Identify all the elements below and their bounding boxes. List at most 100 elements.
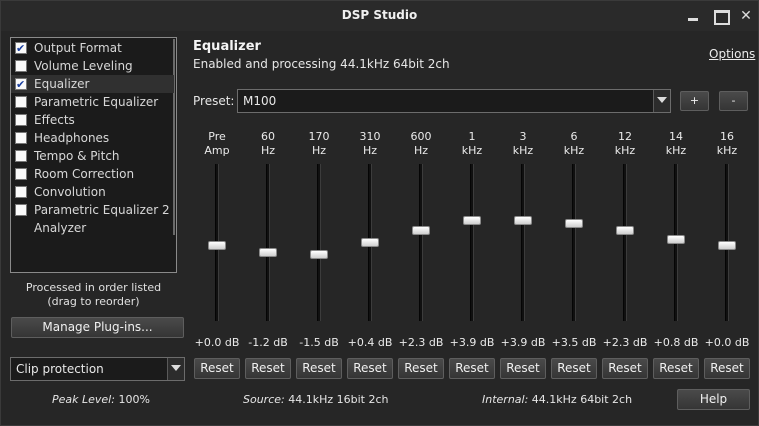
plugin-item[interactable]: Parametric Equalizer	[11, 93, 174, 111]
minimize-icon[interactable]	[684, 7, 702, 25]
band-reset-button[interactable]: Reset	[398, 358, 444, 379]
internal-value: 44.1kHz 64bit 2ch	[531, 393, 633, 406]
band-slider-track[interactable]	[419, 164, 423, 321]
peak-level-label: Peak Level:	[52, 393, 115, 406]
band-reset-button[interactable]: Reset	[194, 358, 240, 379]
plugin-label: Headphones	[34, 131, 110, 145]
band-slider-thumb[interactable]	[718, 241, 736, 250]
add-preset-button[interactable]: +	[680, 91, 709, 111]
band-slider-thumb[interactable]	[361, 238, 379, 247]
plugin-checkbox[interactable]	[15, 96, 27, 108]
plugin-label: Tempo & Pitch	[34, 149, 120, 163]
window-title: DSP Studio	[341, 8, 418, 22]
band-gain-value: +0.0 dB	[194, 336, 240, 349]
plugin-item[interactable]: Headphones	[11, 129, 174, 147]
band-slider-track[interactable]	[623, 164, 627, 321]
band-reset-button[interactable]: Reset	[245, 358, 291, 379]
plugin-checkbox[interactable]	[15, 186, 27, 198]
band-slider-thumb[interactable]	[514, 216, 532, 225]
band-reset-button[interactable]: Reset	[653, 358, 699, 379]
band-label-line2: Hz	[311, 144, 327, 157]
plugin-checkbox[interactable]	[15, 204, 27, 216]
plugin-checkbox[interactable]	[15, 60, 27, 72]
plugin-label: Room Correction	[34, 167, 135, 181]
plugin-checkbox[interactable]	[15, 76, 27, 94]
preset-value: M100	[243, 94, 277, 108]
band-gain-value: -1.5 dB	[299, 336, 339, 349]
band-reset-button[interactable]: Reset	[449, 358, 495, 379]
plugin-item[interactable]: Volume Leveling	[11, 57, 174, 75]
band-slider-track[interactable]	[470, 164, 474, 321]
band-label-line2: kHz	[716, 144, 738, 157]
peak-level-value: 100%	[118, 393, 150, 406]
band-slider-track[interactable]	[317, 164, 321, 321]
band-frequency-label: 310 Hz	[348, 130, 392, 158]
plugin-item[interactable]: Convolution	[11, 183, 174, 201]
clip-protection-select[interactable]: Clip protection	[10, 357, 185, 381]
options-link[interactable]: Options	[709, 47, 755, 61]
band-reset-button[interactable]: Reset	[602, 358, 648, 379]
band-slider-thumb[interactable]	[259, 248, 277, 257]
band-slider-thumb[interactable]	[667, 235, 685, 244]
band-gain-value: +0.0 dB	[704, 336, 750, 349]
band-slider-thumb[interactable]	[412, 226, 430, 235]
band-gain-value: -1.2 dB	[248, 336, 288, 349]
band-slider-thumb[interactable]	[616, 226, 634, 235]
help-button[interactable]: Help	[677, 389, 750, 410]
band-slider-thumb[interactable]	[208, 241, 226, 250]
band-label-line2: kHz	[461, 144, 483, 157]
band-gain-value: +2.3 dB	[398, 336, 444, 349]
manage-plugins-button[interactable]: Manage Plug-ins...	[11, 317, 184, 338]
band-label-line2: kHz	[563, 144, 585, 157]
plugin-item[interactable]: Room Correction	[11, 165, 174, 183]
plugin-label: Convolution	[34, 185, 106, 199]
band-label-line1: 16	[720, 130, 734, 143]
preset-select[interactable]: M100	[237, 89, 671, 113]
band-reset-button[interactable]: Reset	[296, 358, 342, 379]
plugin-item[interactable]: Equalizer	[11, 75, 174, 94]
plugin-label: Parametric Equalizer 2	[34, 203, 170, 217]
band-label-line1: 6	[570, 130, 578, 143]
band-slider-thumb[interactable]	[310, 250, 328, 259]
band-label-line2: Hz	[260, 144, 276, 157]
band-frequency-label: Pre Amp	[195, 130, 239, 158]
plugin-item[interactable]: Output Format	[11, 39, 174, 58]
band-label-line2: kHz	[665, 144, 687, 157]
band-reset-button[interactable]: Reset	[551, 358, 597, 379]
plugin-item[interactable]: Effects	[11, 111, 174, 129]
band-gain-value: +3.9 dB	[449, 336, 495, 349]
plugin-item[interactable]: Analyzer	[11, 219, 174, 237]
plugin-label: Equalizer	[34, 77, 90, 91]
band-slider-thumb[interactable]	[463, 216, 481, 225]
band-slider-thumb[interactable]	[565, 219, 583, 228]
plugin-item[interactable]: Tempo & Pitch	[11, 147, 174, 165]
band-label-line2: Hz	[362, 144, 378, 157]
chevron-down-icon[interactable]	[167, 358, 184, 380]
plugin-checkbox[interactable]	[15, 114, 27, 126]
close-icon[interactable]: ✕	[737, 7, 755, 25]
plugin-checkbox[interactable]	[15, 132, 27, 144]
band-label-line1: Pre	[208, 130, 226, 143]
remove-preset-button[interactable]: -	[719, 91, 748, 111]
plugin-checkbox[interactable]	[15, 168, 27, 180]
internal-status: Internal: 44.1kHz 64bit 2ch	[482, 393, 632, 406]
band-label-line2: kHz	[512, 144, 534, 157]
band-frequency-label: 1 kHz	[450, 130, 494, 158]
band-reset-button[interactable]: Reset	[704, 358, 750, 379]
band-frequency-label: 60 Hz	[246, 130, 290, 158]
plugin-label: Effects	[34, 113, 75, 127]
plugin-item[interactable]: Parametric Equalizer 2	[11, 201, 174, 219]
plugin-checkbox[interactable]	[15, 150, 27, 162]
band-slider-track[interactable]	[521, 164, 525, 321]
band-frequency-label: 3 kHz	[501, 130, 545, 158]
clip-protection-value: Clip protection	[16, 362, 104, 376]
band-gain-value: +3.9 dB	[500, 336, 546, 349]
band-slider-track[interactable]	[266, 164, 270, 321]
chevron-down-icon[interactable]	[653, 90, 670, 112]
maximize-icon[interactable]	[711, 7, 730, 25]
band-reset-button[interactable]: Reset	[347, 358, 393, 379]
band-reset-button[interactable]: Reset	[500, 358, 546, 379]
plugin-checkbox[interactable]	[15, 40, 27, 58]
band-slider-track[interactable]	[572, 164, 576, 321]
plugin-list[interactable]: Output Format Volume Leveling Equalizer Par…	[10, 37, 177, 273]
